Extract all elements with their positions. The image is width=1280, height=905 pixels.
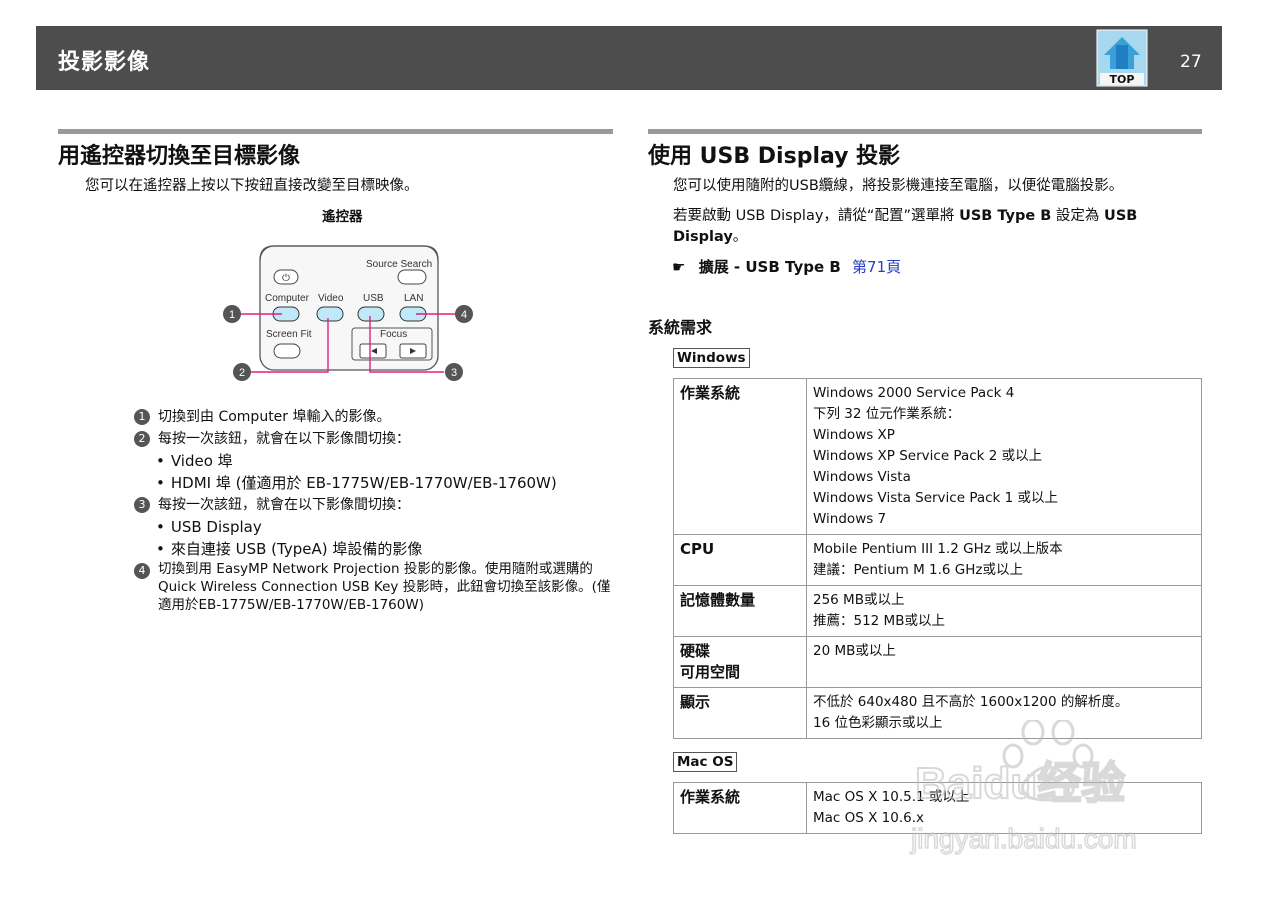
list-item: 2 每按一次該鈕，就會在以下影像間切換： xyxy=(134,428,614,450)
callout-2: 2 xyxy=(233,363,251,381)
watermark-url: jingyan.baidu.com xyxy=(910,823,1137,854)
baidu-watermark: Baidu经验 jingyan.baidu.com xyxy=(905,718,1205,860)
mac-os-tag: Mac OS xyxy=(673,752,738,772)
usb-button[interactable] xyxy=(357,306,385,322)
item-text-line: 切換到用 EasyMP Network Projection 投影的影像。使用隨… xyxy=(158,561,593,577)
video-label: Video xyxy=(318,293,344,304)
item-text: 每按一次該鈕，就會在以下影像間切換： xyxy=(158,431,410,447)
list-item: 4 切換到用 EasyMP Network Projection 投影的影像。使… xyxy=(134,560,614,614)
table-row: 作業系統 Windows 2000 Service Pack 4 下列 32 位… xyxy=(673,378,1202,535)
button-description-list: 1 切換到由 Computer 埠輸入的影像。 2 每按一次該鈕，就會在以下影像… xyxy=(134,406,614,614)
source-search-label: Source Search xyxy=(366,259,432,270)
right-heading: 使用 USB Display 投影 xyxy=(648,144,901,169)
power-icon: ⏻ xyxy=(282,273,290,284)
screen-fit-button[interactable] xyxy=(273,343,301,359)
bullet-item: Video 埠 xyxy=(134,450,614,472)
item-text-line: Quick Wireless Connection USB Key 投影時，此鈕… xyxy=(158,579,611,595)
top-home-icon[interactable]: TOP xyxy=(1096,29,1148,87)
svg-text:1: 1 xyxy=(229,309,235,321)
video-button[interactable] xyxy=(316,306,344,322)
table-row: 記憶體數量 256 MB或以上 推薦：512 MB或以上 xyxy=(673,585,1202,637)
callout-4: 4 xyxy=(455,305,473,323)
row-key: 作業系統 xyxy=(673,782,807,834)
row-value: Windows 2000 Service Pack 4 下列 32 位元作業系統… xyxy=(806,378,1202,535)
row-value: 256 MB或以上 推薦：512 MB或以上 xyxy=(806,585,1202,637)
list-item: 3 每按一次該鈕，就會在以下影像間切換： xyxy=(134,494,614,516)
right-heading-rule xyxy=(648,129,1202,134)
right-para-2: 若要啟動 USB Display，請從“配置”選單將 USB Type B 設定… xyxy=(673,208,1138,245)
power-button[interactable]: ⏻ xyxy=(273,269,299,285)
page-number: 27 xyxy=(1180,52,1202,72)
computer-label: Computer xyxy=(265,293,310,304)
focus-label: Focus xyxy=(380,329,407,340)
figure-title: 遙控器 xyxy=(322,209,363,225)
section-title: 投影影像 xyxy=(58,50,151,75)
windows-tag: Windows xyxy=(673,348,750,368)
row-key: 顯示 xyxy=(673,687,807,739)
svg-text:2: 2 xyxy=(239,367,245,379)
row-value: Mobile Pentium III 1.2 GHz 或以上版本 建議：Pent… xyxy=(806,534,1202,586)
item-text-line: 適用於EB-1775W/EB-1770W/EB-1760W) xyxy=(158,597,424,613)
item-number: 1 xyxy=(134,409,150,425)
left-heading-rule xyxy=(58,129,613,134)
left-heading: 用遙控器切換至目標影像 xyxy=(58,144,301,169)
ref-text: 擴展 - USB Type B xyxy=(698,258,841,276)
pointing-hand-icon: ☛ xyxy=(672,258,686,276)
usb-label: USB xyxy=(363,293,384,304)
right-para-1: 您可以使用隨附的USB纜線，將投影機連接至電腦，以便從電腦投影。 xyxy=(673,178,1124,194)
callout-1: 1 xyxy=(223,305,241,323)
svg-text:3: 3 xyxy=(451,367,457,379)
callout-3: 3 xyxy=(445,363,463,381)
bullet-item: USB Display xyxy=(134,516,614,538)
row-value: 20 MB或以上 xyxy=(806,636,1202,688)
cross-reference: ☛ 擴展 - USB Type B 第71頁 xyxy=(672,256,901,277)
item-number: 2 xyxy=(134,431,150,447)
item-text: 切換到由 Computer 埠輸入的影像。 xyxy=(158,409,391,425)
source-search-button[interactable] xyxy=(397,269,427,285)
list-item: 1 切換到由 Computer 埠輸入的影像。 xyxy=(134,406,614,428)
item-number: 3 xyxy=(134,497,150,513)
item-number: 4 xyxy=(134,563,150,579)
top-label: TOP xyxy=(1110,73,1135,86)
row-key: 硬碟 可用空間 xyxy=(673,636,807,688)
row-key: CPU xyxy=(673,534,807,586)
page-link[interactable]: 第71頁 xyxy=(852,258,901,276)
screen-fit-label: Screen Fit xyxy=(266,329,312,340)
row-key: 記憶體數量 xyxy=(673,585,807,637)
svg-text:4: 4 xyxy=(461,309,467,321)
left-intro: 您可以在遙控器上按以下按鈕直接改變至目標映像。 xyxy=(85,178,419,194)
table-row: CPU Mobile Pentium III 1.2 GHz 或以上版本 建議：… xyxy=(673,534,1202,586)
system-requirements-heading: 系統需求 xyxy=(648,318,713,337)
watermark-brand: Baidu经验 xyxy=(915,759,1125,808)
lan-label: LAN xyxy=(404,293,423,304)
windows-requirements-table: 作業系統 Windows 2000 Service Pack 4 下列 32 位… xyxy=(673,378,1202,739)
page-header: 投影影像 TOP 27 xyxy=(36,26,1222,90)
item-text: 每按一次該鈕，就會在以下影像間切換： xyxy=(158,497,410,513)
remote-control-figure: ⏻ Source Search Computer Video USB LAN S… xyxy=(220,240,480,390)
bullet-item: 來自連接 USB (TypeA) 埠設備的影像 xyxy=(134,538,614,560)
bullet-item: HDMI 埠 (僅適用於 EB-1775W/EB-1770W/EB-1760W) xyxy=(134,472,614,494)
row-key: 作業系統 xyxy=(673,378,807,535)
table-row: 硬碟 可用空間 20 MB或以上 xyxy=(673,636,1202,688)
